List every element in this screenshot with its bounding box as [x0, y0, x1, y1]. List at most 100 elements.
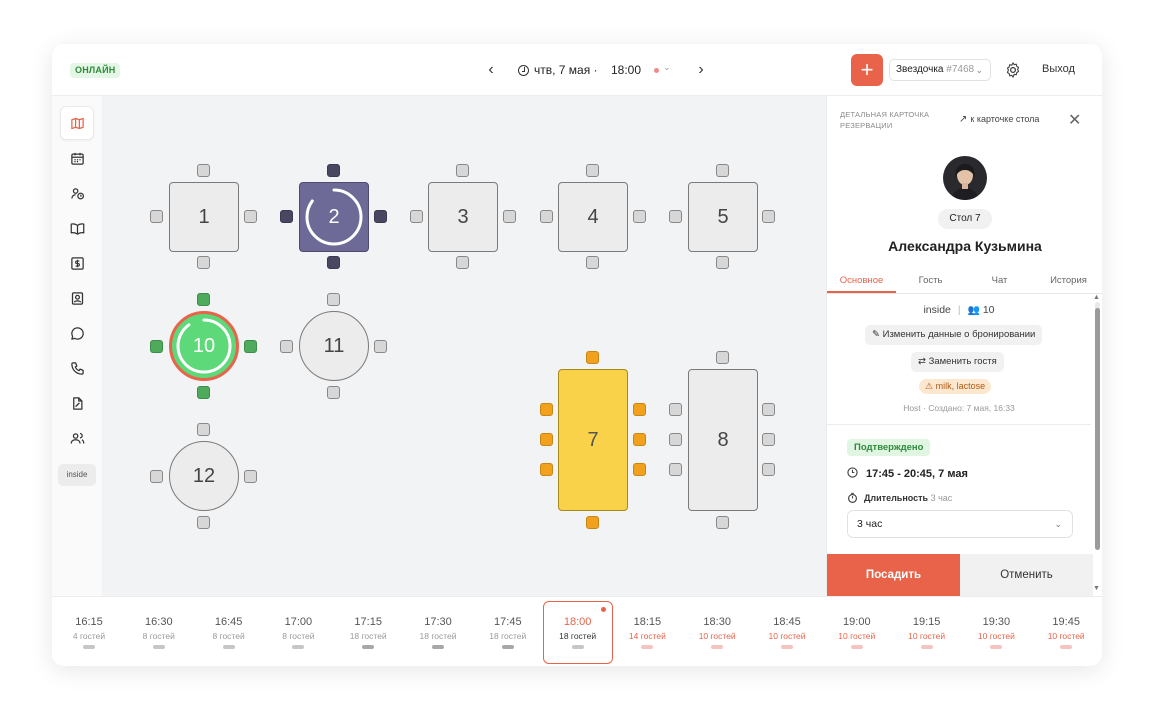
time-slot[interactable]: 19:30 10 гостей	[961, 601, 1031, 664]
time-indicator-dot	[654, 68, 659, 73]
slot-load-bar	[222, 645, 235, 649]
slot-guests: 4 гостей	[72, 631, 106, 641]
time-slot[interactable]: 19:15 10 гостей	[892, 601, 962, 664]
table-12[interactable]: 12	[169, 441, 239, 511]
time-slot[interactable]: 16:30 8 гостей	[124, 601, 194, 664]
chair	[586, 256, 599, 269]
add-reservation-button[interactable]: +	[851, 54, 883, 86]
time-slot[interactable]: 17:00 8 гостей	[263, 601, 333, 664]
chair	[540, 403, 553, 416]
table-5[interactable]: 5	[688, 182, 758, 252]
slot-time: 17:30	[424, 616, 452, 628]
slot-load-bar	[83, 645, 95, 649]
app-window: ОНЛАЙН ‹ чтв, 7 мая · 18:00 ⌄ › + Звездо…	[52, 44, 1102, 666]
tab-history[interactable]: История	[1034, 270, 1102, 293]
chair	[374, 340, 387, 353]
slot-load-bar	[711, 645, 724, 649]
slot-guests: 10 гостей	[1047, 631, 1085, 641]
slot-time: 16:45	[214, 616, 243, 628]
chevron-down-icon[interactable]: ⌄	[663, 62, 671, 73]
prev-date-button[interactable]: ‹	[482, 60, 500, 80]
sidebar-item-phone[interactable]	[60, 351, 94, 385]
time-slot[interactable]: 16:15 4 гостей	[54, 601, 124, 664]
replace-guest-button[interactable]: ⇄ Заменить гостя	[911, 352, 1004, 372]
document-icon	[72, 396, 82, 410]
slot-time: 19:15	[912, 616, 941, 628]
time-slot[interactable]: 17:15 18 гостей	[333, 601, 403, 664]
table-1[interactable]: 1	[169, 182, 239, 252]
chair	[586, 516, 599, 529]
seat-button[interactable]: Посадить	[827, 554, 960, 596]
sidebar-item-staff[interactable]	[60, 421, 94, 455]
date-picker[interactable]: чтв, 7 мая ·	[518, 61, 598, 79]
table-10[interactable]: 10	[169, 311, 239, 381]
chair	[669, 210, 682, 223]
table-number: 7	[587, 428, 599, 451]
slot-time: 19:45	[1052, 616, 1080, 628]
guest-name: Александра Кузьмина	[888, 238, 1042, 254]
sidebar-item-book[interactable]	[60, 211, 94, 245]
zone-filter-tag[interactable]: inside	[58, 464, 96, 486]
table-7[interactable]: 7	[558, 369, 628, 511]
time-slot[interactable]: 17:45 18 гостей	[473, 601, 543, 664]
scroll-down-arrow[interactable]: ▼	[1093, 585, 1100, 592]
restaurant-id: #7468	[946, 64, 975, 75]
sidebar-item-billing[interactable]	[60, 246, 94, 280]
settings-gear-icon[interactable]	[1004, 61, 1022, 79]
time-slot[interactable]: 18:30 10 гостей	[682, 601, 752, 664]
clock-icon	[847, 467, 858, 478]
time-slot[interactable]: 18:00 18 гостей	[542, 601, 613, 664]
chair	[280, 340, 293, 353]
sidebar-item-documents[interactable]	[60, 386, 94, 420]
edit-booking-button[interactable]: ✎ Изменить данные о бронировании	[865, 325, 1043, 345]
scrollbar-thumb[interactable]	[1095, 308, 1100, 550]
sidebar-item-chat[interactable]	[60, 316, 94, 350]
time-picker[interactable]: 18:00	[611, 61, 641, 79]
logout-link[interactable]: Выход	[1042, 63, 1075, 75]
sidebar: inside	[52, 96, 102, 596]
restaurant-selector[interactable]: Звездочка #7468 ⌄	[889, 59, 991, 81]
sidebar-item-map[interactable]	[60, 106, 94, 140]
table-chip: Стол 7	[938, 209, 992, 229]
sidebar-item-calendar[interactable]	[60, 141, 94, 175]
chair	[762, 463, 775, 476]
time-slot[interactable]: 19:45 10 гостей	[1031, 601, 1101, 664]
chair	[244, 210, 257, 223]
table-2[interactable]: 2	[299, 182, 369, 252]
table-11[interactable]: 11	[299, 311, 369, 381]
table-8[interactable]: 8	[688, 369, 758, 511]
table-number: 8	[717, 428, 729, 451]
sidebar-item-guests-waitlist[interactable]	[60, 176, 94, 210]
time-slot[interactable]: 18:45 10 гостей	[752, 601, 822, 664]
tab-guest[interactable]: Гость	[896, 270, 965, 293]
open-table-card-link[interactable]: ↗ к карточке стола	[959, 114, 1039, 125]
tab-chat[interactable]: Чат	[965, 270, 1034, 293]
table-number: 5	[717, 205, 729, 228]
table-number: 3	[457, 205, 469, 228]
timeline-slots: 16:15 4 гостей 16:30 8 гостей 16:45 8 гостей 1…	[52, 596, 1102, 666]
next-date-button[interactable]: ›	[692, 60, 710, 80]
close-icon[interactable]: ✕	[1068, 110, 1081, 130]
chair	[327, 386, 340, 399]
cancel-button[interactable]: Отменить	[960, 554, 1093, 596]
chair	[762, 210, 775, 223]
chair	[762, 433, 775, 446]
scroll-up-arrow[interactable]: ▲	[1093, 294, 1100, 301]
time-slot[interactable]: 19:00 10 гостей	[822, 601, 892, 664]
people-icon: 👥	[967, 305, 980, 316]
slot-load-bar	[501, 645, 514, 649]
table-4[interactable]: 4	[558, 182, 628, 252]
sidebar-item-contacts[interactable]	[60, 281, 94, 315]
time-slot[interactable]: 17:30 18 гостей	[403, 601, 473, 664]
time-slot[interactable]: 16:45 8 гостей	[194, 601, 264, 664]
time-slot[interactable]: 18:15 14 гостей	[612, 601, 682, 664]
table-3[interactable]: 3	[428, 182, 498, 252]
duration-select[interactable]: 3 час ⌄	[847, 510, 1073, 538]
slot-load-bar	[571, 645, 584, 649]
chair	[244, 340, 257, 353]
chair	[716, 351, 729, 364]
slot-time: 18:45	[773, 616, 801, 628]
slot-guests: 18 гостей	[489, 631, 527, 641]
tab-main[interactable]: Основное	[827, 270, 896, 293]
chair	[327, 256, 340, 269]
